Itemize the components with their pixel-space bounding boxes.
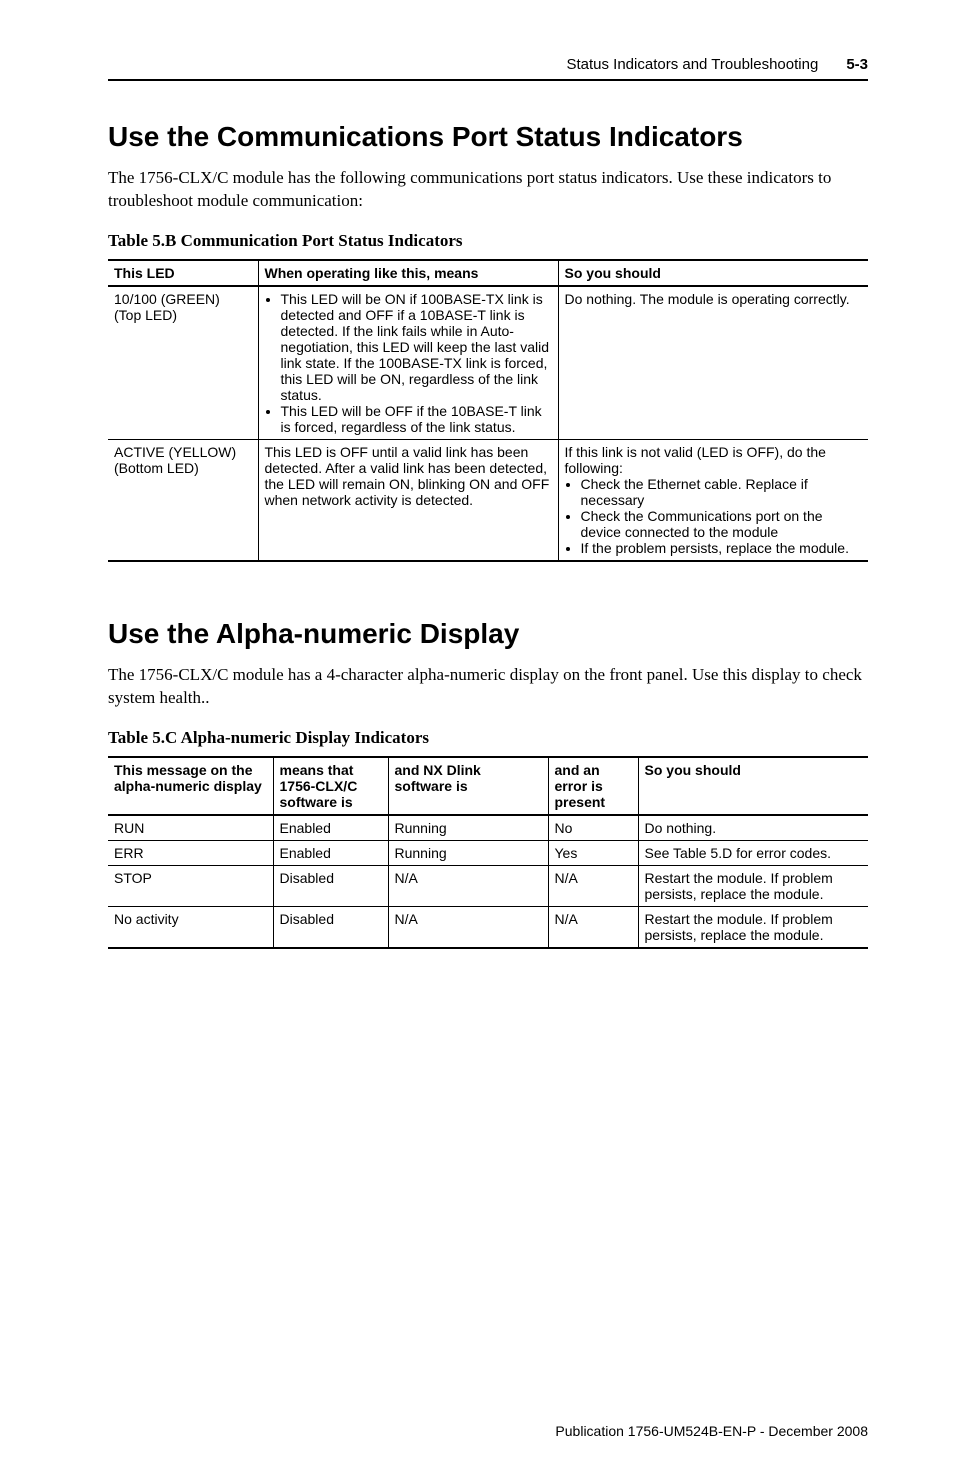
section-heading-1: Use the Communications Port Status Indic…	[108, 121, 868, 153]
header-rule	[108, 79, 868, 81]
section-body-1: The 1756-CLX/C module has the following …	[108, 167, 868, 213]
table-row: ACTIVE (YELLOW) (Bottom LED) This LED is…	[108, 439, 868, 561]
cell-led: ACTIVE (YELLOW) (Bottom LED)	[108, 439, 258, 561]
cell: No activity	[108, 906, 273, 948]
section-body-2: The 1756-CLX/C module has a 4-character …	[108, 664, 868, 710]
cell: STOP	[108, 865, 273, 906]
cell: RUN	[108, 815, 273, 841]
cell: Disabled	[273, 865, 388, 906]
cell: Restart the module. If problem persists,…	[638, 865, 868, 906]
table-row: STOP Disabled N/A N/A Restart the module…	[108, 865, 868, 906]
list-item: Check the Communications port on the dev…	[581, 508, 863, 540]
cell: Do nothing.	[638, 815, 868, 841]
table-5c: This message on the alpha-numeric displa…	[108, 756, 868, 949]
cell: Yes	[548, 840, 638, 865]
cell: Disabled	[273, 906, 388, 948]
cell: See Table 5.D for error codes.	[638, 840, 868, 865]
cell: Running	[388, 815, 548, 841]
section-heading-2: Use the Alpha-numeric Display	[108, 618, 868, 650]
th-should: So you should	[558, 260, 868, 286]
th-dlink: and NX Dlink software is	[388, 757, 548, 815]
th-error: and an error is present	[548, 757, 638, 815]
cell: N/A	[388, 865, 548, 906]
table-caption-1: Table 5.B Communication Port Status Indi…	[108, 231, 868, 251]
running-title: Status Indicators and Troubleshooting	[566, 56, 818, 73]
th-message: This message on the alpha-numeric displa…	[108, 757, 273, 815]
table-row: RUN Enabled Running No Do nothing.	[108, 815, 868, 841]
cell: N/A	[548, 906, 638, 948]
cell-means: This LED is OFF until a valid link has b…	[258, 439, 558, 561]
table-row: 10/100 (GREEN) (Top LED) This LED will b…	[108, 286, 868, 440]
cell: No	[548, 815, 638, 841]
table-5b: This LED When operating like this, means…	[108, 259, 868, 562]
cell-should: Do nothing. The module is operating corr…	[558, 286, 868, 440]
cell-should: If this link is not valid (LED is OFF), …	[558, 439, 868, 561]
list-item: If the problem persists, replace the mod…	[581, 540, 863, 556]
list-item: Check the Ethernet cable. Replace if nec…	[581, 476, 863, 508]
running-header: Status Indicators and Troubleshooting 5-…	[108, 56, 868, 73]
table-row: No activity Disabled N/A N/A Restart the…	[108, 906, 868, 948]
table-row: ERR Enabled Running Yes See Table 5.D fo…	[108, 840, 868, 865]
page-number: 5-3	[846, 56, 868, 73]
cell: Enabled	[273, 840, 388, 865]
footer-publication: Publication 1756-UM524B-EN-P - December …	[555, 1423, 868, 1439]
cell-led: 10/100 (GREEN) (Top LED)	[108, 286, 258, 440]
th-should: So you should	[638, 757, 868, 815]
cell: ERR	[108, 840, 273, 865]
table-caption-2: Table 5.C Alpha-numeric Display Indicato…	[108, 728, 868, 748]
cell-should-pre: If this link is not valid (LED is OFF), …	[565, 444, 826, 476]
th-clxc: means that 1756-CLX/C software is	[273, 757, 388, 815]
cell: Restart the module. If problem persists,…	[638, 906, 868, 948]
list-item: This LED will be ON if 100BASE-TX link i…	[281, 291, 552, 403]
cell: N/A	[548, 865, 638, 906]
cell: Enabled	[273, 815, 388, 841]
th-led: This LED	[108, 260, 258, 286]
cell-means: This LED will be ON if 100BASE-TX link i…	[258, 286, 558, 440]
cell: Running	[388, 840, 548, 865]
list-item: This LED will be OFF if the 10BASE-T lin…	[281, 403, 552, 435]
cell: N/A	[388, 906, 548, 948]
th-means: When operating like this, means	[258, 260, 558, 286]
